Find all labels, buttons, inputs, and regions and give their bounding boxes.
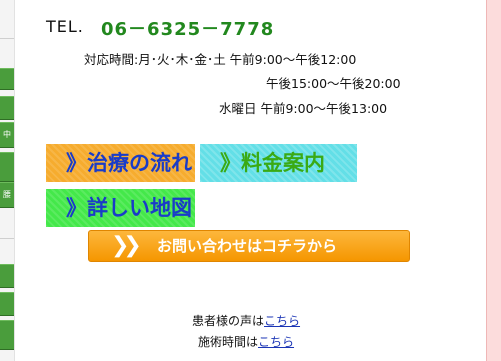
left-nav-tab-4[interactable] bbox=[0, 152, 14, 182]
left-nav-tab-3-label: 中 bbox=[3, 130, 11, 139]
left-nav-tab-3[interactable]: 中 bbox=[0, 122, 14, 148]
hours-line-3: 水曜日 午前9:00〜午後13:00 bbox=[219, 101, 388, 116]
hours-line-2: 午後15:00〜午後20:00 bbox=[266, 76, 401, 91]
pricing-banner[interactable]: 》料金案内 bbox=[200, 144, 357, 182]
patient-voices-link[interactable]: こちら bbox=[264, 314, 300, 328]
patient-voices-line: 患者様の声はこちら bbox=[192, 312, 300, 329]
left-nav-tab-5[interactable]: 腰 bbox=[0, 182, 14, 208]
left-nav-strip: 中 腰 bbox=[0, 0, 20, 361]
map-label: 》詳しい地図 bbox=[66, 196, 192, 220]
left-nav-tab-6[interactable] bbox=[0, 264, 14, 288]
left-nav-divider bbox=[0, 38, 14, 39]
treatment-flow-banner[interactable]: 》治療の流れ bbox=[46, 144, 195, 182]
pricing-label: 》料金案内 bbox=[220, 151, 325, 175]
patient-voices-text: 患者様の声は bbox=[192, 314, 265, 328]
left-nav-divider bbox=[0, 238, 14, 239]
tel-number[interactable]: 06－6325－7778 bbox=[101, 15, 274, 41]
hours-line-1: 対応時間:月･火･木･金･土 午前9:00〜午後12:00 bbox=[84, 52, 357, 67]
left-nav-tab-7[interactable] bbox=[0, 292, 14, 316]
treatment-duration-text: 施術時間は bbox=[198, 335, 259, 349]
right-side-panel bbox=[486, 0, 501, 361]
treatment-flow-label: 》治療の流れ bbox=[66, 151, 192, 175]
left-nav-tab-8[interactable] bbox=[0, 320, 14, 350]
map-banner[interactable]: 》詳しい地図 bbox=[46, 189, 195, 227]
tel-label: TEL. bbox=[46, 17, 84, 36]
left-nav-tab-2[interactable] bbox=[0, 96, 14, 120]
left-nav-tab-5-label: 腰 bbox=[3, 190, 11, 199]
contact-button-label: お問い合わせはコチラから bbox=[157, 237, 338, 255]
left-nav-tab-1[interactable] bbox=[0, 68, 14, 90]
treatment-duration-line: 施術時間はこちら bbox=[198, 333, 294, 350]
chevron-right-icon: ❯❯ bbox=[111, 233, 142, 258]
treatment-duration-link[interactable]: こちら bbox=[258, 335, 294, 349]
contact-button[interactable]: ❯❯ お問い合わせはコチラから bbox=[88, 230, 410, 262]
